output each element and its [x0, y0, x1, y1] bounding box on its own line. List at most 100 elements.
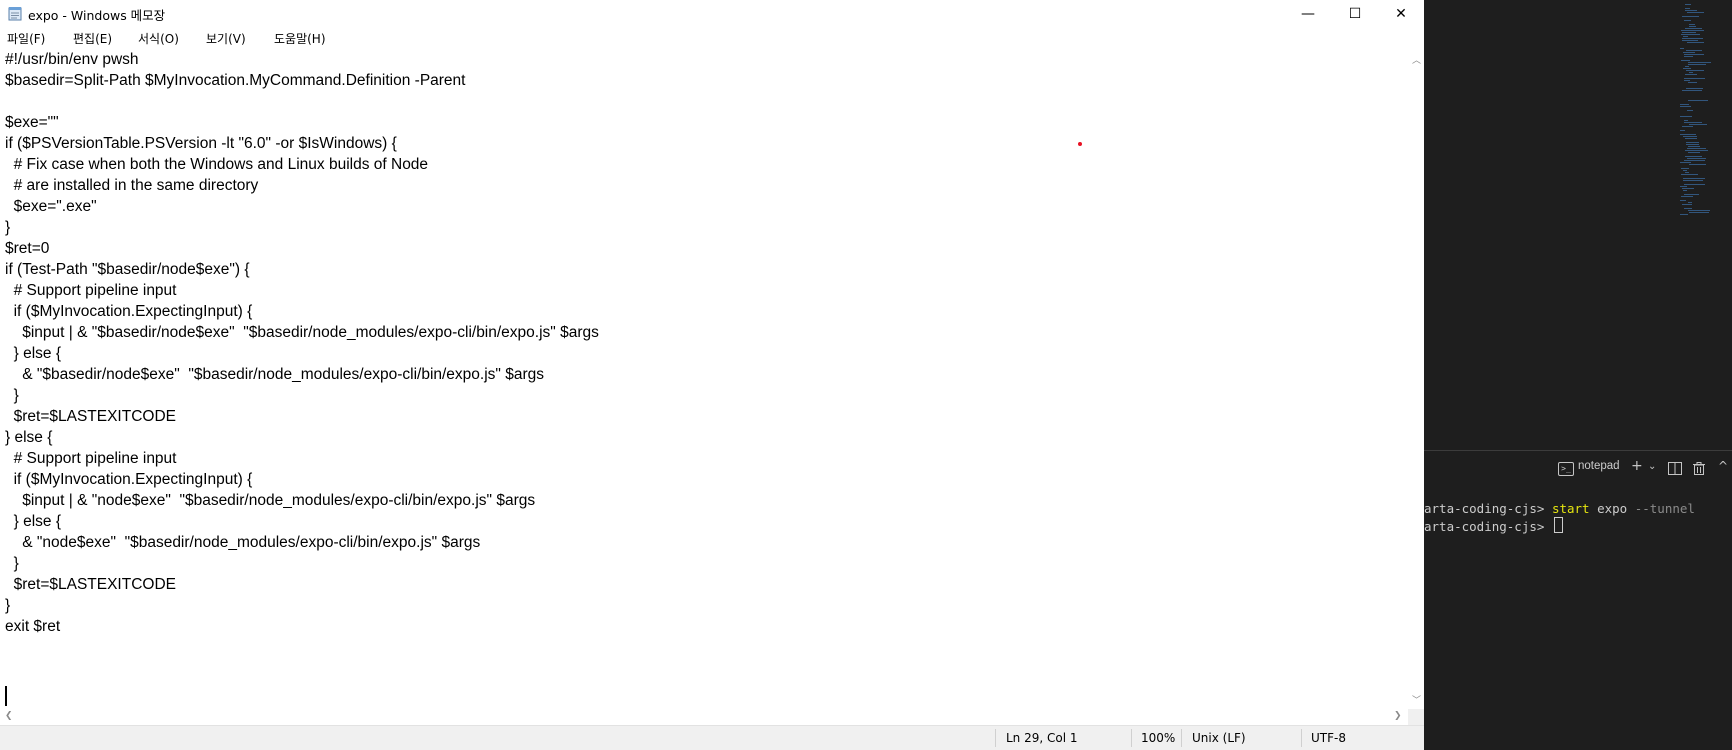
scroll-up-icon[interactable]: ︿ [1412, 53, 1421, 66]
close-button[interactable]: ✕ [1378, 0, 1424, 27]
code-line: } else { [5, 429, 53, 446]
minimap-line [1681, 174, 1698, 175]
title-bar[interactable]: expo - Windows 메모장 — ☐ ✕ [0, 0, 1424, 27]
terminal-name[interactable]: notepad [1578, 460, 1620, 472]
terminal-line: arta-coding-cjs> [1424, 517, 1563, 535]
status-divider [1131, 729, 1132, 747]
minimap-line [1689, 212, 1709, 213]
minimap-line [1686, 70, 1704, 71]
code-line: if ($MyInvocation.ExpectingInput) { [5, 471, 253, 488]
status-divider [995, 729, 996, 747]
menu-edit[interactable]: 편집(E) [73, 30, 112, 47]
minimap-line [1687, 42, 1704, 43]
code-line: # Fix case when both the Windows and Lin… [5, 156, 429, 173]
minimap-line [1688, 82, 1697, 83]
plus-icon[interactable]: + [1631, 458, 1643, 474]
chevron-up-icon[interactable]: ^ [1718, 459, 1728, 473]
minimap-line [1680, 200, 1686, 201]
minimap-line [1682, 204, 1692, 205]
code-line: # Support pipeline input [5, 450, 177, 467]
minimap-line [1682, 40, 1698, 41]
minimap-line [1683, 178, 1705, 179]
text-caret [5, 686, 7, 706]
terminal-icon[interactable]: >_ [1558, 462, 1574, 476]
code-line: $ret=0 [5, 240, 50, 257]
chevron-down-icon[interactable]: ⌄ [1648, 461, 1656, 472]
menu-file[interactable]: 파일(F) [7, 30, 45, 47]
minimap-line [1688, 210, 1710, 211]
code-line: $exe="" [5, 114, 59, 131]
scroll-right-icon[interactable]: ❯ [1394, 711, 1402, 721]
minimap-line [1681, 168, 1689, 169]
horizontal-scrollbar[interactable]: ❮ ❯ [0, 709, 1408, 725]
menu-format[interactable]: 서식(O) [138, 30, 179, 47]
terminal-prompt: arta-coding-cjs> [1424, 519, 1552, 534]
minimap-line [1683, 170, 1687, 171]
scroll-left-icon[interactable]: ❮ [5, 711, 13, 721]
vertical-scrollbar[interactable]: ︿ ﹀ [1408, 49, 1424, 709]
menu-help[interactable]: 도움말(H) [274, 30, 326, 47]
editor-minimap[interactable] [1680, 0, 1732, 450]
editor-content[interactable]: #!/usr/bin/env pwsh $basedir=Split-Path $… [5, 49, 599, 658]
minimap-line [1686, 144, 1699, 145]
code-line: $basedir=Split-Path $MyInvocation.MyComm… [5, 72, 466, 89]
code-line: $input | & "$basedir/node$exe" "$basedir… [5, 324, 599, 341]
menu-view[interactable]: 보기(V) [206, 30, 246, 47]
terminal-output[interactable]: arta-coding-cjs> start expo --tunnel art… [1424, 500, 1732, 580]
minimap-line [1688, 146, 1700, 147]
minimap-line [1685, 74, 1697, 75]
code-line: ​ [5, 637, 599, 658]
minimap-line [1685, 138, 1697, 139]
minimap-line [1689, 26, 1696, 27]
code-line: $ret=$LASTEXITCODE [5, 576, 176, 593]
code-line: $exe=".exe" [5, 198, 97, 215]
encoding: UTF-8 [1311, 731, 1346, 745]
minimap-line [1688, 152, 1700, 153]
minimap-line [1684, 160, 1705, 161]
notepad-app-icon [8, 7, 22, 21]
trash-icon[interactable] [1693, 462, 1705, 475]
minimap-line [1683, 68, 1691, 69]
code-line: $ret=$LASTEXITCODE [5, 408, 176, 425]
minimize-button[interactable]: — [1285, 0, 1331, 27]
minimap-line [1683, 36, 1688, 37]
minimap-line [1684, 120, 1688, 121]
minimap-line [1682, 16, 1699, 17]
status-divider [1301, 729, 1302, 747]
notepad-window: expo - Windows 메모장 — ☐ ✕ 파일(F) 편집(E) 서식(… [0, 0, 1424, 750]
cursor-position: Ln 29, Col 1 [1006, 731, 1078, 745]
split-icon[interactable] [1668, 462, 1682, 475]
minimap-line [1682, 188, 1694, 189]
minimap-line [1680, 130, 1685, 131]
minimap-line [1689, 72, 1693, 73]
minimap-line [1684, 78, 1705, 79]
minimap-line [1683, 52, 1695, 53]
minimap-line [1689, 124, 1707, 125]
minimap-line [1687, 110, 1693, 111]
status-bar: Ln 29, Col 1 100% Unix (LF) UTF-8 [0, 725, 1424, 750]
minimap-line [1688, 202, 1692, 203]
minimap-line [1687, 12, 1704, 13]
minimap-line [1682, 90, 1702, 91]
minimap-line [1680, 48, 1684, 49]
code-line: $input | & "node$exe" "$basedir/node_mod… [5, 492, 536, 509]
minimap-line [1688, 100, 1708, 101]
code-line: if (Test-Path "$basedir/node$exe") { [5, 261, 250, 278]
minimap-line [1684, 80, 1690, 81]
minimap-line [1684, 194, 1699, 195]
minimap-line [1685, 4, 1691, 5]
minimap-line [1680, 134, 1696, 135]
code-line: # Support pipeline input [5, 282, 177, 299]
maximize-button[interactable]: ☐ [1332, 0, 1378, 27]
minimap-line [1680, 106, 1691, 107]
minimap-line [1681, 30, 1704, 31]
minimap-line [1686, 142, 1699, 143]
text-editor[interactable]: #!/usr/bin/env pwsh $basedir=Split-Path $… [0, 49, 1408, 709]
minimap-line [1680, 116, 1692, 117]
terminal-command: start [1551, 501, 1590, 516]
minimap-line [1681, 196, 1693, 197]
minimap-line [1689, 164, 1706, 165]
status-divider [1181, 729, 1182, 747]
scroll-down-icon[interactable]: ﹀ [1412, 693, 1421, 706]
code-line: } else { [5, 345, 62, 362]
